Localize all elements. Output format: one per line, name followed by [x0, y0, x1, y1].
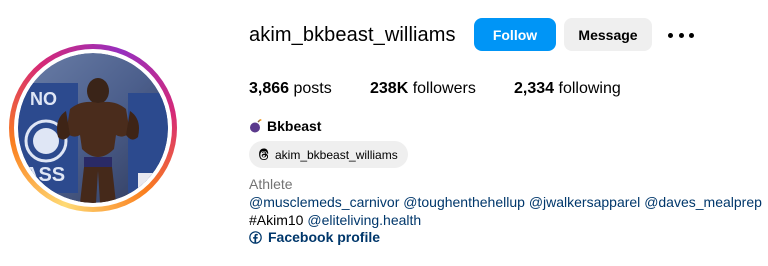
username: akim_bkbeast_williams [249, 24, 456, 46]
following-stat[interactable]: 2,334 following [514, 80, 621, 98]
bio-line-2: #Akim10 @eliteliving.health [249, 212, 421, 228]
following-count: 2,334 [514, 80, 555, 97]
display-name-text: Bkbeast [267, 118, 322, 134]
facebook-icon [249, 230, 262, 244]
threads-icon [259, 148, 269, 161]
bio-mention[interactable]: @toughenthehellup [403, 194, 525, 210]
avatar-ring-gap: NO ASS [14, 49, 172, 207]
bio-mention[interactable]: @daves_mealprep [644, 194, 762, 210]
more-options-icon[interactable] [668, 25, 694, 45]
bio-mention[interactable]: @eliteliving.health [307, 212, 421, 228]
more-dot [689, 32, 694, 38]
posts-stat: 3,866 posts [249, 80, 332, 98]
profile-category: Athlete [249, 176, 293, 192]
facebook-profile-link[interactable]: Facebook profile [249, 229, 380, 245]
bomb-emoji-icon [250, 119, 262, 133]
bio-mention[interactable]: @jwalkersapparel [529, 194, 640, 210]
posts-label: posts [293, 80, 332, 97]
bio-line-1: @musclemeds_carnivor @toughenthehellup @… [249, 194, 762, 210]
display-name: Bkbeast [249, 118, 321, 134]
threads-handle: akim_bkbeast_williams [275, 147, 398, 162]
followers-label: followers [412, 80, 476, 97]
avatar[interactable]: NO ASS [18, 53, 168, 203]
message-button[interactable]: Message [564, 18, 652, 51]
more-dot [668, 32, 673, 38]
following-label: following [558, 80, 621, 97]
svg-text:NO: NO [30, 89, 57, 109]
bio-mention[interactable]: @musclemeds_carnivor [249, 194, 399, 210]
svg-text:ASS: ASS [24, 164, 65, 186]
posts-count: 3,866 [249, 80, 290, 97]
bio-hashtag: #Akim10 [249, 212, 304, 228]
facebook-link-label: Facebook profile [268, 229, 381, 245]
follow-button[interactable]: Follow [474, 18, 556, 51]
followers-stat[interactable]: 238K followers [370, 80, 476, 98]
followers-count: 238K [370, 80, 409, 97]
threads-badge[interactable]: akim_bkbeast_williams [249, 141, 408, 168]
more-dot [678, 32, 684, 38]
avatar-story-ring[interactable]: NO ASS [9, 44, 177, 212]
